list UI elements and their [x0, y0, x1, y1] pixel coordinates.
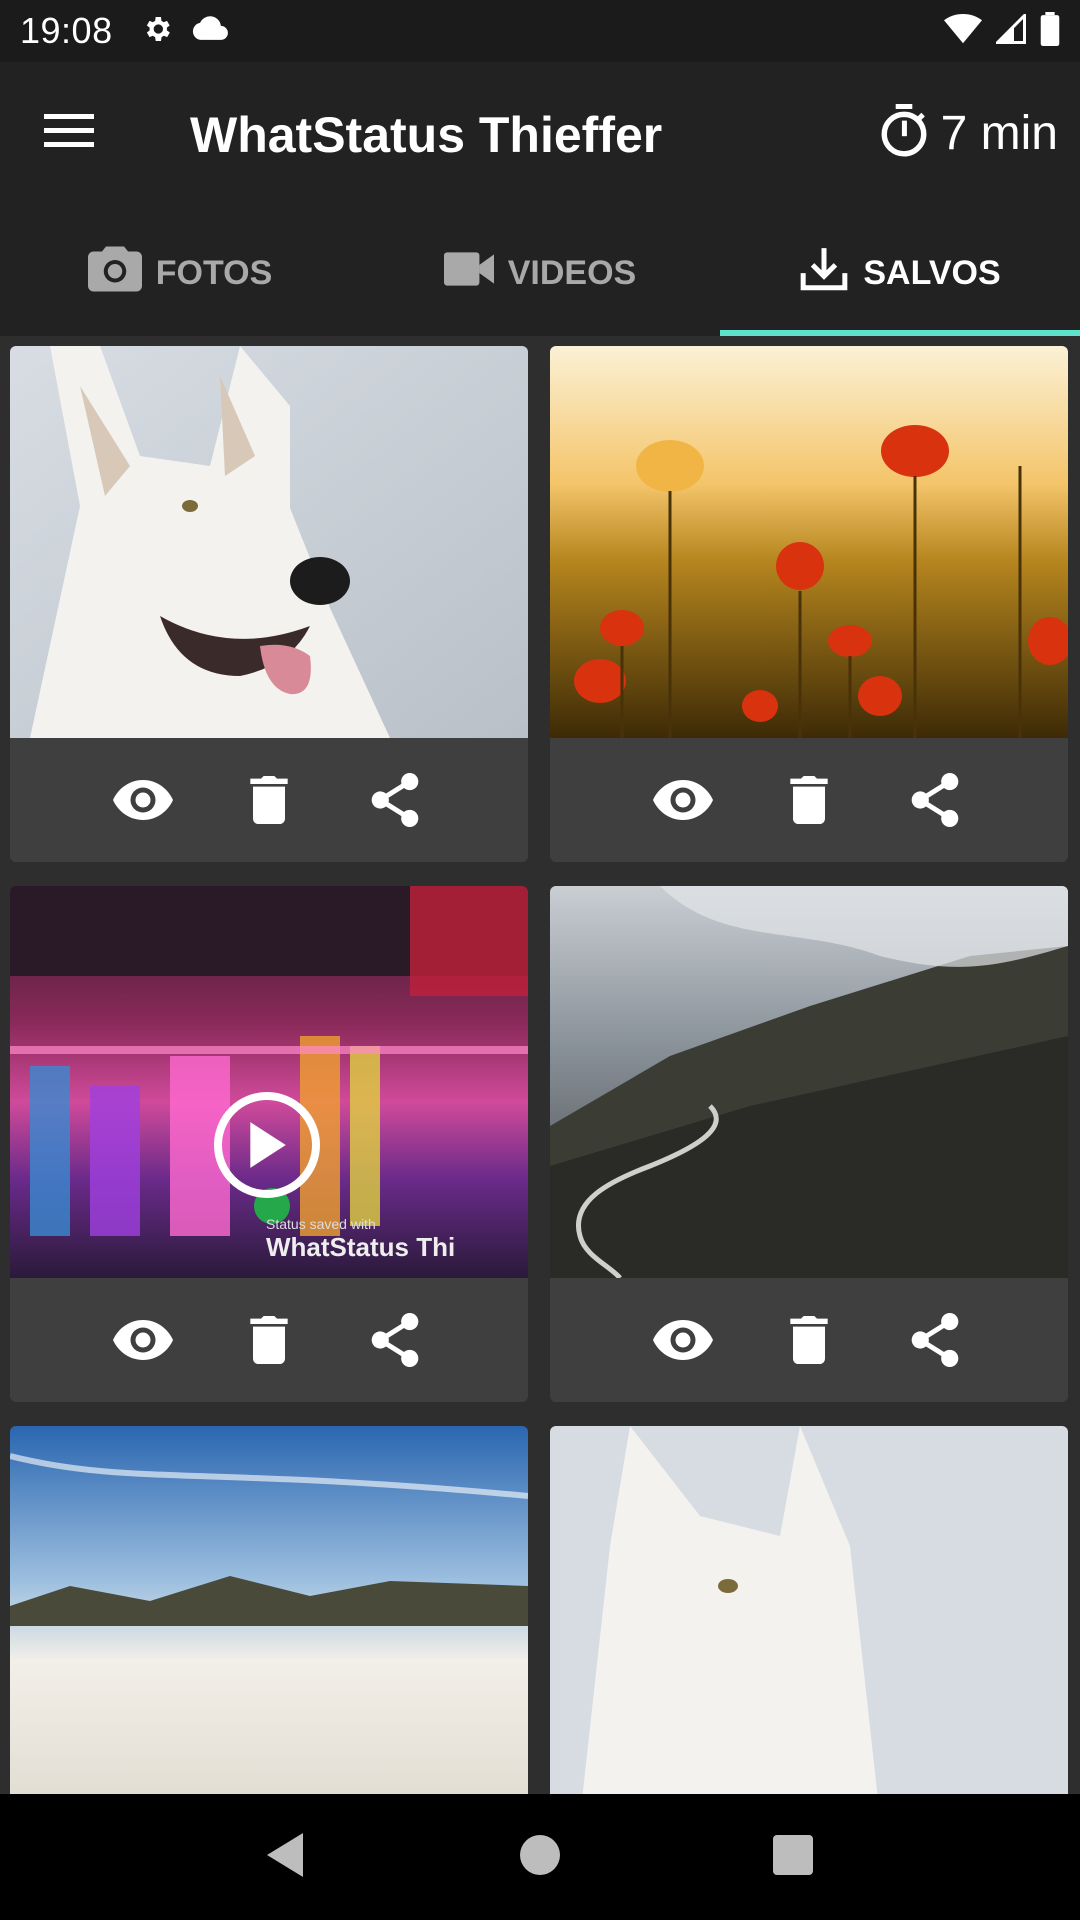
status-card — [550, 346, 1068, 862]
tab-fotos[interactable]: FOTOS — [0, 210, 360, 336]
app-title: WhatStatus Thieffer — [190, 107, 663, 163]
timer-label: 7 min — [940, 107, 1058, 160]
card-actions — [550, 738, 1068, 862]
play-icon[interactable] — [214, 1092, 320, 1198]
view-icon[interactable] — [112, 769, 174, 831]
delete-icon[interactable] — [238, 769, 300, 831]
card-actions — [10, 1278, 528, 1402]
status-time: 19:08 — [20, 10, 113, 51]
card-actions — [10, 738, 528, 862]
video-icon — [443, 251, 494, 295]
status-card — [10, 346, 528, 862]
system-nav-bar — [0, 1794, 1080, 1920]
download-icon — [799, 244, 849, 303]
status-card — [10, 1426, 528, 1794]
camera-icon — [87, 246, 142, 301]
settings-icon — [141, 13, 173, 50]
status-thumbnail[interactable] — [10, 346, 528, 738]
view-icon[interactable] — [112, 1309, 174, 1371]
status-thumbnail[interactable] — [550, 886, 1068, 1278]
app-bar: WhatStatus Thieffer 7 min — [0, 62, 1080, 210]
timer-button[interactable]: 7 min — [879, 104, 1058, 163]
status-thumbnail[interactable]: Status saved with WhatStatus Thi — [10, 886, 528, 1278]
view-icon[interactable] — [652, 1309, 714, 1371]
share-icon[interactable] — [364, 1309, 426, 1371]
status-card — [550, 1426, 1068, 1794]
wifi-icon — [944, 13, 982, 50]
delete-icon[interactable] — [238, 1309, 300, 1371]
back-icon[interactable] — [266, 1832, 307, 1882]
battery-icon — [1040, 11, 1060, 51]
delete-icon[interactable] — [778, 769, 840, 831]
status-thumbnail[interactable] — [550, 346, 1068, 738]
status-thumbnail[interactable] — [10, 1426, 528, 1794]
tab-videos-label: VIDEOS — [507, 253, 637, 292]
delete-icon[interactable] — [778, 1309, 840, 1371]
share-icon[interactable] — [904, 1309, 966, 1371]
view-icon[interactable] — [652, 769, 714, 831]
video-watermark: Status saved with WhatStatus Thi — [266, 1216, 456, 1262]
tab-salvos[interactable]: SALVOS — [720, 210, 1080, 336]
share-icon[interactable] — [904, 769, 966, 831]
menu-icon[interactable] — [44, 112, 104, 160]
tab-fotos-label: FOTOS — [155, 253, 273, 292]
cloud-icon — [191, 15, 229, 48]
signal-icon — [993, 11, 1026, 49]
recents-icon[interactable] — [773, 1834, 814, 1880]
status-card — [550, 886, 1068, 1402]
status-card-video: Status saved with WhatStatus Thi — [10, 886, 528, 1402]
status-thumbnail[interactable] — [550, 1426, 1068, 1794]
tab-salvos-label: SALVOS — [863, 253, 1001, 292]
status-bar: 19:08 — [0, 0, 1080, 62]
saved-status-grid: Status saved with WhatStatus Thi — [0, 336, 1080, 1794]
tab-bar: FOTOS VIDEOS SALVOS — [0, 210, 1080, 336]
home-icon[interactable] — [519, 1834, 560, 1880]
timer-icon — [879, 104, 929, 163]
tab-videos[interactable]: VIDEOS — [360, 210, 720, 336]
share-icon[interactable] — [364, 769, 426, 831]
card-actions — [550, 1278, 1068, 1402]
